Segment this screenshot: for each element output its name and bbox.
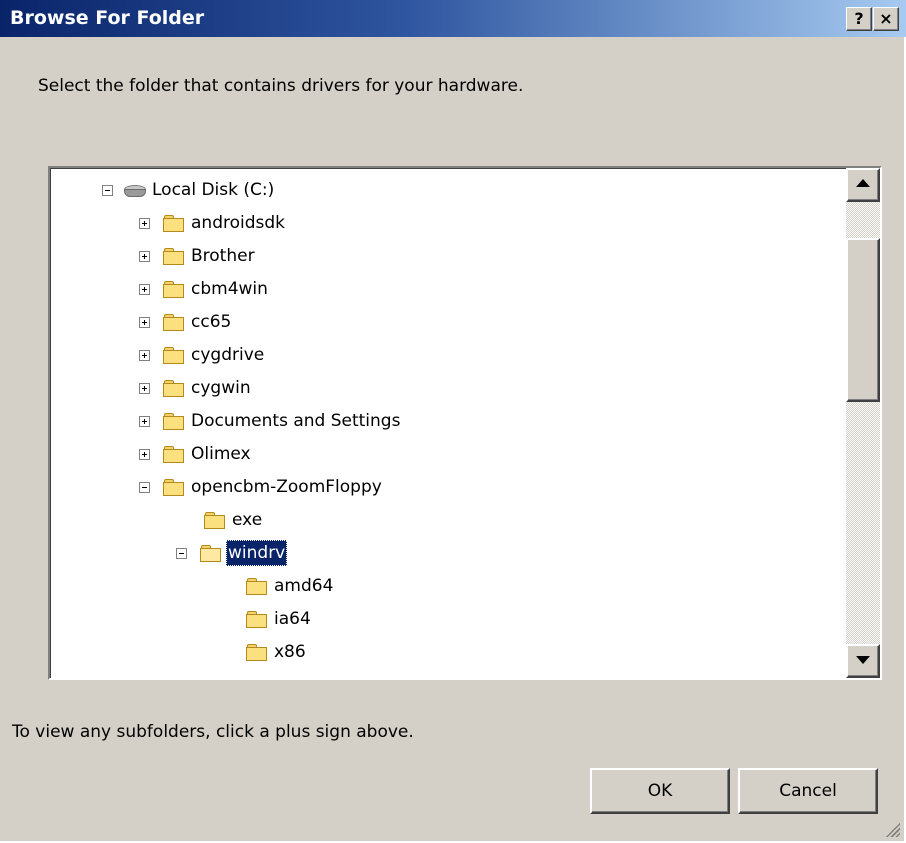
hint-text: To view any subfolders, click a plus sig… [12,722,414,742]
hard-disk-icon [124,183,146,197]
tree-node-label: cygdrive [191,345,265,365]
vertical-scrollbar[interactable] [846,168,880,678]
help-button[interactable]: ? [846,7,872,31]
folder-icon [163,215,184,232]
collapse-expander-icon[interactable] [139,482,150,493]
folder-icon [204,512,225,529]
tree-node-label: opencbm-ZoomFloppy [191,477,382,497]
collapse-expander-icon[interactable] [102,185,113,196]
up-arrow-icon [856,179,870,187]
tree-node-label: cc65 [191,312,232,332]
collapse-expander-icon[interactable] [176,548,187,559]
browse-for-folder-dialog: Browse For Folder ? × Select the folder … [0,0,906,843]
scroll-down-button[interactable] [846,644,880,678]
tree-node-label: Documents and Settings [191,411,401,431]
close-button[interactable]: × [873,7,899,31]
tree-node-label: androidsdk [191,213,286,233]
expand-expander-icon[interactable] [139,383,150,394]
expand-expander-icon[interactable] [139,449,150,460]
folder-icon [163,347,184,364]
folder-icon [246,578,267,595]
tree-node-label: x86 [274,642,306,662]
folder-icon [163,479,184,496]
tree-node-label: amd64 [274,576,334,596]
ok-button[interactable]: OK [590,768,730,814]
expand-expander-icon[interactable] [139,218,150,229]
folder-icon [163,248,184,265]
folder-icon [163,380,184,397]
tree-node-label-selected: windrv [226,540,288,566]
title-bar[interactable]: Browse For Folder ? × [0,0,906,37]
open-folder-icon [200,545,221,562]
down-arrow-icon [856,656,870,664]
cancel-button[interactable]: Cancel [738,768,878,814]
folder-icon [163,281,184,298]
folder-icon [246,644,267,661]
scrollbar-thumb[interactable] [846,238,880,402]
folder-icon [246,611,267,628]
folder-icon [163,314,184,331]
folder-tree-content: Local Disk (C:) androidsdk Brother cbm4w… [50,168,842,678]
folder-tree[interactable]: Local Disk (C:) androidsdk Brother cbm4w… [48,166,882,680]
scroll-up-button[interactable] [846,168,880,202]
resize-grip-icon[interactable] [884,821,900,837]
tree-node-label: Olimex [191,444,251,464]
tree-node-label: Brother [191,246,255,266]
expand-expander-icon[interactable] [139,350,150,361]
folder-icon [163,446,184,463]
tree-node-label: cbm4win [191,279,268,299]
tree-node-label: ia64 [274,609,311,629]
folder-icon [163,413,184,430]
expand-expander-icon[interactable] [139,416,150,427]
instruction-text: Select the folder that contains drivers … [38,76,524,96]
expand-expander-icon[interactable] [139,317,150,328]
tree-node-label: cygwin [191,378,251,398]
expand-expander-icon[interactable] [139,251,150,262]
expand-expander-icon[interactable] [139,284,150,295]
window-title: Browse For Folder [10,7,205,29]
tree-node-label: exe [232,510,263,530]
tree-node-label: Local Disk (C:) [152,180,275,200]
